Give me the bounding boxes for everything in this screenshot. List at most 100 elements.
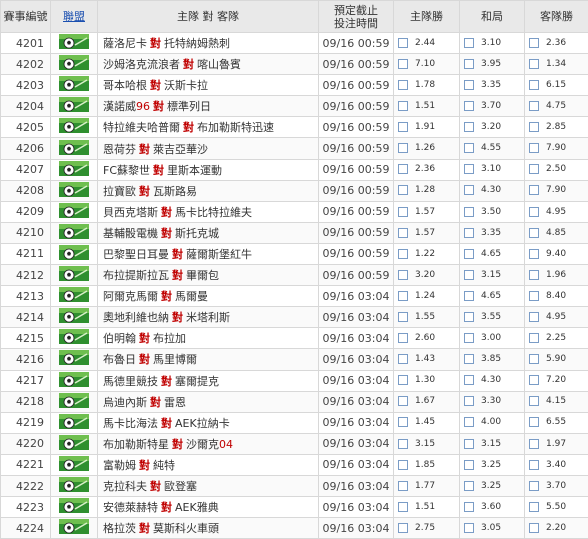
away-win-checkbox[interactable] [529, 460, 539, 470]
away-win-odds: 1.96 [546, 270, 566, 280]
match-number: 4218 [1, 391, 51, 412]
away-win-cell: 8.40 [525, 286, 588, 307]
draw-checkbox[interactable] [464, 312, 474, 322]
away-win-cell: 5.50 [525, 497, 588, 518]
match-teams: 沙姆洛克流浪者對喀山魯賓 [98, 54, 319, 75]
header-league-link[interactable]: 聯盟 [51, 1, 98, 33]
table-row: 4217馬德里競技對塞爾提克09/16 03:041.304.307.20 [1, 370, 588, 391]
draw-cell: 3.20 [460, 117, 525, 138]
home-win-checkbox[interactable] [398, 249, 408, 259]
away-win-cell: 3.40 [525, 454, 588, 475]
vs-label: 對 [161, 227, 172, 240]
match-teams: 布拉提斯拉瓦對畢爾包 [98, 265, 319, 286]
away-win-checkbox[interactable] [529, 375, 539, 385]
draw-checkbox[interactable] [464, 523, 474, 533]
away-win-checkbox[interactable] [529, 333, 539, 343]
draw-checkbox[interactable] [464, 38, 474, 48]
draw-checkbox[interactable] [464, 249, 474, 259]
home-win-checkbox[interactable] [398, 523, 408, 533]
home-win-checkbox[interactable] [398, 101, 408, 111]
away-win-checkbox[interactable] [529, 396, 539, 406]
home-win-checkbox[interactable] [398, 143, 408, 153]
away-win-checkbox[interactable] [529, 122, 539, 132]
home-win-checkbox[interactable] [398, 333, 408, 343]
home-win-checkbox[interactable] [398, 122, 408, 132]
match-teams: 阿爾克馬爾對馬爾曼 [98, 286, 319, 307]
home-win-checkbox[interactable] [398, 270, 408, 280]
home-team: 漢諾威 [103, 100, 136, 113]
home-win-checkbox[interactable] [398, 207, 408, 217]
away-win-checkbox[interactable] [529, 354, 539, 364]
draw-cell: 3.10 [460, 159, 525, 180]
away-win-checkbox[interactable] [529, 439, 539, 449]
away-win-checkbox[interactable] [529, 312, 539, 322]
home-win-checkbox[interactable] [398, 375, 408, 385]
draw-cell: 3.70 [460, 96, 525, 117]
draw-checkbox[interactable] [464, 417, 474, 427]
draw-checkbox[interactable] [464, 59, 474, 69]
home-win-checkbox[interactable] [398, 164, 408, 174]
away-win-checkbox[interactable] [529, 523, 539, 533]
away-win-checkbox[interactable] [529, 481, 539, 491]
draw-checkbox[interactable] [464, 185, 474, 195]
home-win-checkbox[interactable] [398, 354, 408, 364]
draw-checkbox[interactable] [464, 333, 474, 343]
draw-checkbox[interactable] [464, 481, 474, 491]
home-win-checkbox[interactable] [398, 460, 408, 470]
home-win-odds: 1.91 [415, 122, 435, 132]
home-win-cell: 1.22 [394, 243, 460, 264]
home-win-checkbox[interactable] [398, 417, 408, 427]
draw-checkbox[interactable] [464, 439, 474, 449]
away-win-checkbox[interactable] [529, 101, 539, 111]
home-win-odds: 2.36 [415, 164, 435, 174]
away-win-checkbox[interactable] [529, 59, 539, 69]
draw-checkbox[interactable] [464, 101, 474, 111]
closing-time: 09/16 00:59 [319, 180, 394, 201]
soccer-ball-icon [59, 245, 89, 263]
draw-checkbox[interactable] [464, 207, 474, 217]
home-win-checkbox[interactable] [398, 38, 408, 48]
away-win-checkbox[interactable] [529, 207, 539, 217]
draw-odds: 3.25 [481, 481, 501, 491]
draw-checkbox[interactable] [464, 354, 474, 364]
draw-checkbox[interactable] [464, 502, 474, 512]
draw-checkbox[interactable] [464, 122, 474, 132]
away-win-checkbox[interactable] [529, 249, 539, 259]
away-win-checkbox[interactable] [529, 270, 539, 280]
draw-checkbox[interactable] [464, 270, 474, 280]
draw-checkbox[interactable] [464, 396, 474, 406]
home-win-checkbox[interactable] [398, 291, 408, 301]
away-win-checkbox[interactable] [529, 417, 539, 427]
home-win-checkbox[interactable] [398, 59, 408, 69]
home-win-checkbox[interactable] [398, 481, 408, 491]
league-cell [51, 75, 98, 96]
home-win-checkbox[interactable] [398, 228, 408, 238]
away-win-checkbox[interactable] [529, 38, 539, 48]
away-win-checkbox[interactable] [529, 228, 539, 238]
draw-odds: 3.50 [481, 207, 501, 217]
home-team: 布加勒斯特星 [103, 438, 169, 451]
draw-checkbox[interactable] [464, 291, 474, 301]
draw-checkbox[interactable] [464, 164, 474, 174]
home-win-checkbox[interactable] [398, 396, 408, 406]
away-win-cell: 9.40 [525, 243, 588, 264]
away-win-checkbox[interactable] [529, 502, 539, 512]
draw-checkbox[interactable] [464, 375, 474, 385]
closing-time: 09/16 00:59 [319, 265, 394, 286]
match-teams: 貝西克塔斯對馬卡比特拉維夫 [98, 201, 319, 222]
draw-checkbox[interactable] [464, 460, 474, 470]
draw-checkbox[interactable] [464, 80, 474, 90]
away-win-checkbox[interactable] [529, 164, 539, 174]
away-win-checkbox[interactable] [529, 80, 539, 90]
home-win-checkbox[interactable] [398, 80, 408, 90]
away-win-checkbox[interactable] [529, 291, 539, 301]
home-win-checkbox[interactable] [398, 502, 408, 512]
home-win-checkbox[interactable] [398, 439, 408, 449]
draw-checkbox[interactable] [464, 143, 474, 153]
away-win-checkbox[interactable] [529, 143, 539, 153]
home-win-checkbox[interactable] [398, 312, 408, 322]
away-win-checkbox[interactable] [529, 185, 539, 195]
home-win-checkbox[interactable] [398, 185, 408, 195]
draw-checkbox[interactable] [464, 228, 474, 238]
home-win-cell: 2.75 [394, 518, 460, 539]
